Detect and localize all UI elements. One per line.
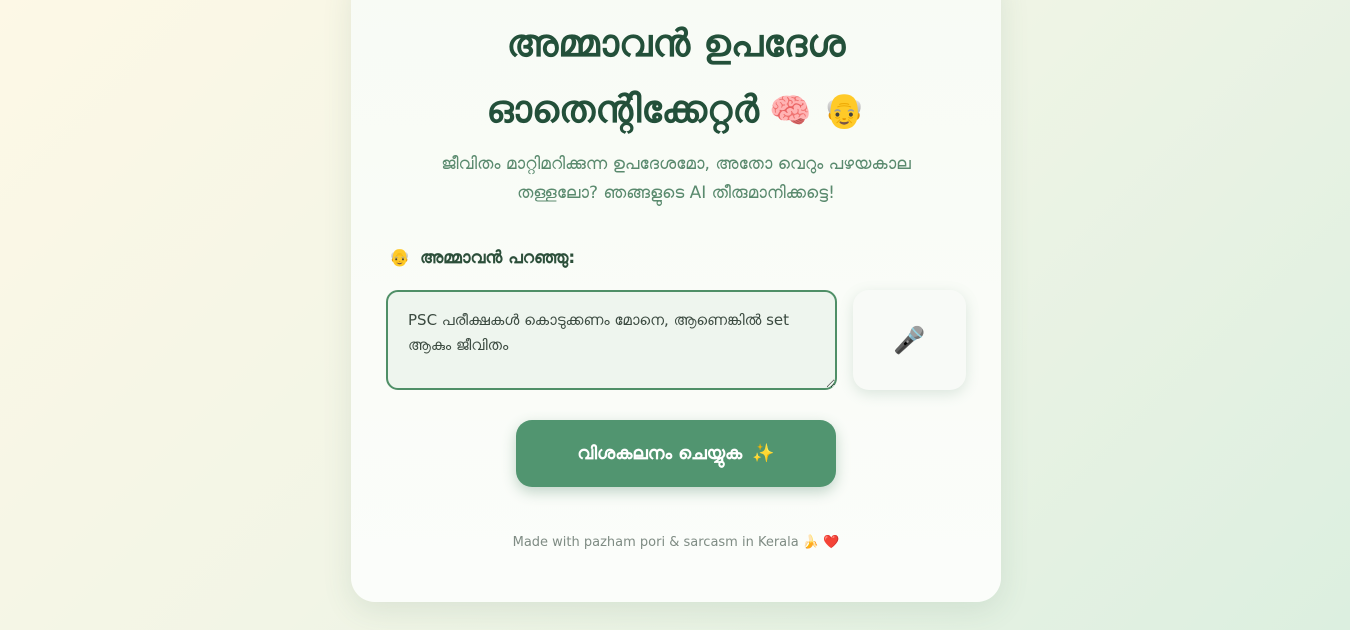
subtitle-line-2: തള്ളലോ? ഞങ്ങളുടെ AI തീരുമാനിക്കട്ടെ! [517, 183, 835, 203]
elder-emoji-icon: 👴 [389, 248, 411, 268]
advice-field-label: 👴 അമ്മാവൻ പറഞ്ഞു: [389, 248, 575, 268]
advice-field-label-text: അമ്മാവൻ പറഞ്ഞു: [420, 248, 576, 268]
footer-credit: Made with pazham pori & sarcasm in Keral… [512, 535, 840, 550]
title-line-2-text: ഓതെന്റിക്കേറ്റർ [486, 87, 759, 131]
page-subtitle: ജീവിതം മാറ്റിമറിക്കുന്ന ഉപദേശമോ, അതോ വെറ… [396, 150, 956, 208]
advice-input[interactable]: PSC പരീക്ഷകൾ കൊടുക്കണം മോനെ, ആണെങ്കിൽ se… [386, 290, 837, 390]
microphone-icon: 🎤 [893, 324, 926, 355]
analyze-button[interactable]: വിശകലനം ചെയ്യുക ✨ [516, 420, 836, 487]
subtitle-line-1: ജീവിതം മാറ്റിമറിക്കുന്ന ഉപദേശമോ, അതോ വെറ… [441, 154, 911, 174]
page-title: അമ്മാവൻ ഉപദേശ ഓതെന്റിക്കേറ്റർ 🧠 👴 [351, 10, 1001, 144]
analyze-button-label: വിശകലനം ചെയ്യുക [577, 443, 743, 464]
brain-elder-emoji-icon: 🧠 👴 [768, 91, 866, 131]
voice-input-button[interactable]: 🎤 [853, 290, 966, 390]
sparkles-icon: ✨ [752, 443, 775, 464]
main-card: അമ്മാവൻ ഉപദേശ ഓതെന്റിക്കേറ്റർ 🧠 👴 ജീവിതം … [351, 0, 1001, 602]
title-line-2: ഓതെന്റിക്കേറ്റർ 🧠 👴 [351, 76, 1001, 144]
title-line-1: അമ്മാവൻ ഉപദേശ [506, 21, 846, 65]
